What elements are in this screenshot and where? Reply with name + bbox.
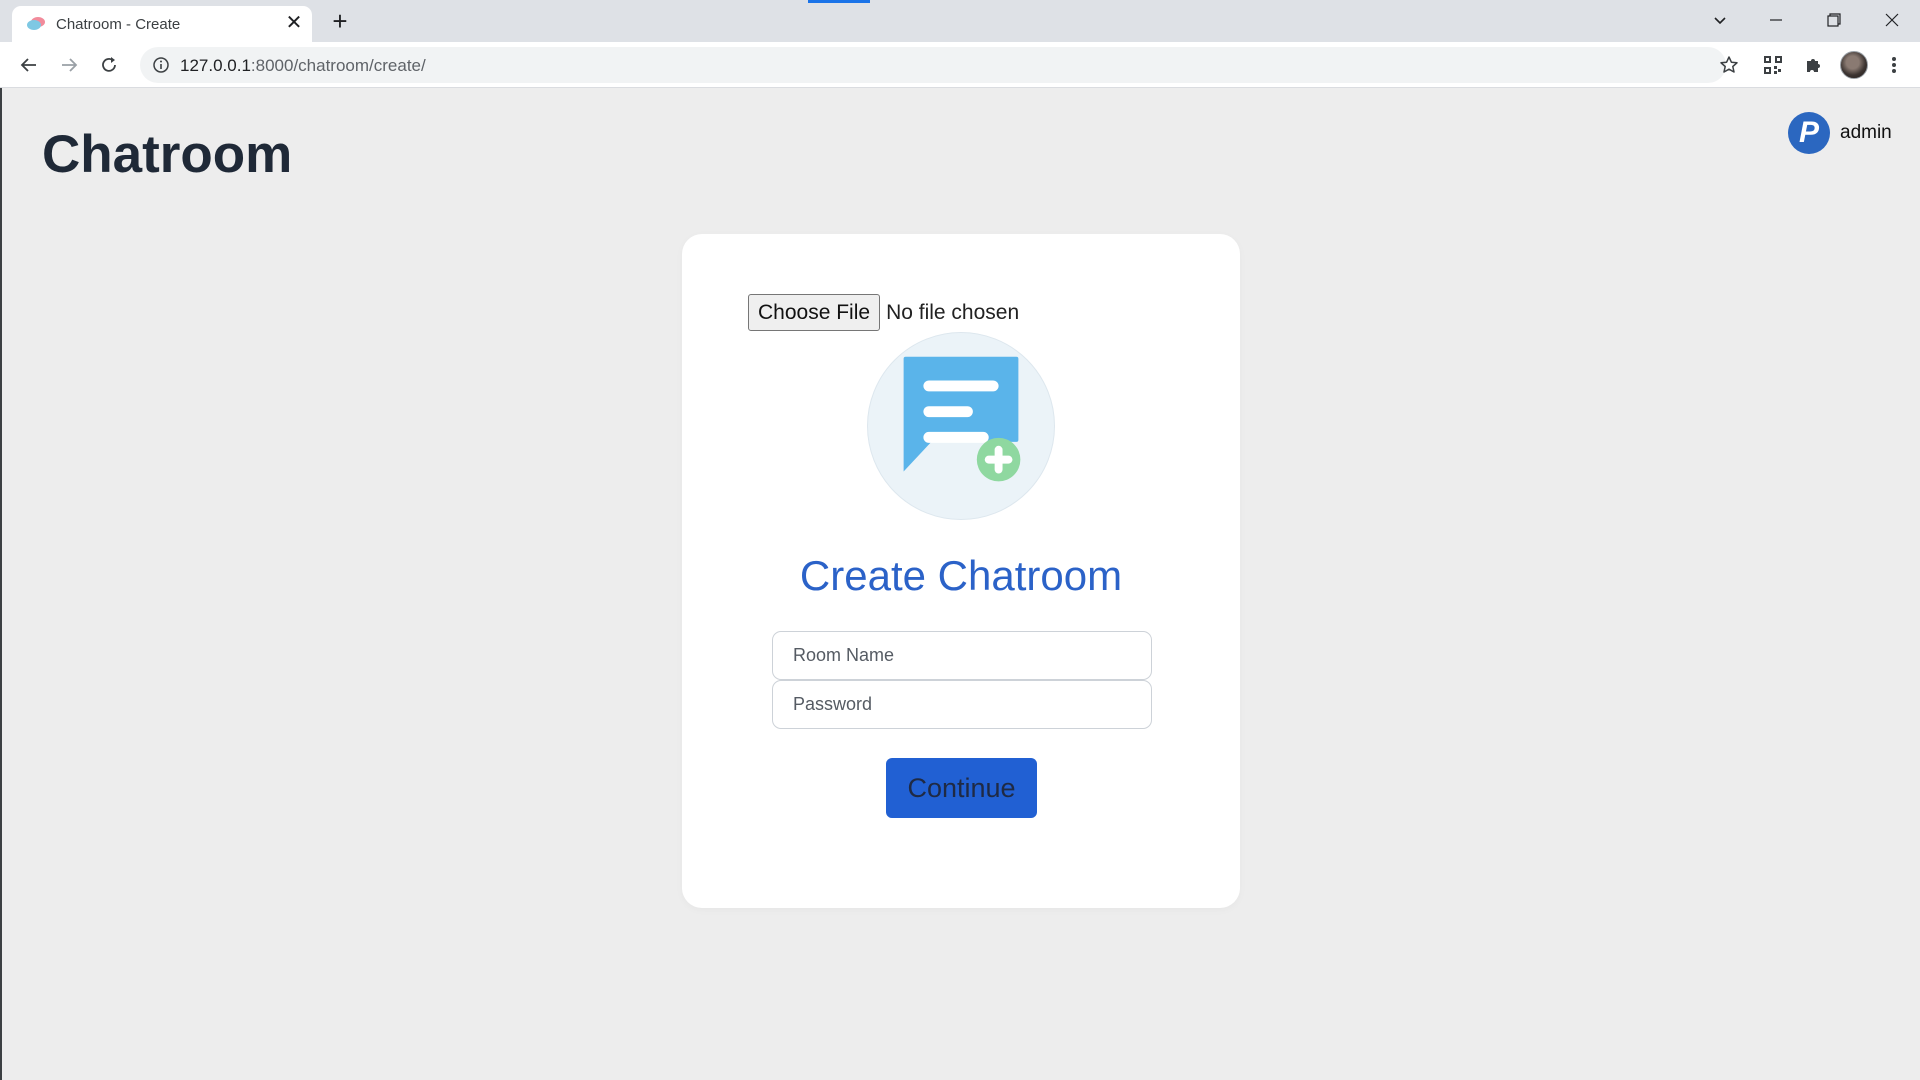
reload-icon[interactable] [94,50,124,80]
tab-title: Chatroom - Create [56,16,181,33]
restore-icon[interactable] [1806,0,1862,40]
close-window-icon[interactable] [1864,0,1920,40]
page-title: Chatroom [42,125,293,184]
forward-arrow-icon[interactable] [54,50,84,80]
url-text[interactable]: 127.0.0.1:8000/chatroom/create/ [180,56,426,76]
user-avatar: P [1788,112,1830,154]
tab-close-icon[interactable]: ✕ [282,10,306,36]
file-status: No file chosen [886,300,1020,324]
window-edge [0,88,2,1080]
user-menu[interactable]: P admin [1788,112,1892,154]
new-tab-icon[interactable]: + [326,6,354,36]
card-heading: Create Chatroom [799,552,1123,599]
browser-titlebar: Chatroom - Create ✕ + [0,0,1920,42]
chat-favicon-icon [27,17,45,30]
create-chatroom-card: Choose File No file chosen Create Chatro… [682,234,1240,908]
tab-loading-indicator [808,0,870,3]
extensions-puzzle-icon[interactable] [1797,50,1829,80]
qr-code-icon[interactable] [1757,50,1789,80]
chatroom-create-icon [867,332,1055,520]
back-arrow-icon[interactable] [14,50,44,80]
tab-search-chevron-icon[interactable] [1692,0,1748,40]
profile-avatar[interactable] [1840,51,1868,79]
continue-button[interactable]: Continue [886,758,1037,818]
file-upload: Choose File No file chosen [748,294,1019,331]
browser-tab[interactable]: Chatroom - Create ✕ [12,6,312,42]
username: admin [1840,122,1892,143]
browser-toolbar: 127.0.0.1:8000/chatroom/create/ [0,42,1920,88]
choose-file-button[interactable]: Choose File [748,294,881,331]
url-host: 127.0.0.1 [180,56,251,75]
url-path: :8000/chatroom/create/ [250,56,426,75]
password-input[interactable] [772,680,1152,729]
bookmark-star-icon[interactable] [1714,47,1744,83]
menu-kebab-icon[interactable] [1878,50,1910,80]
minimize-icon[interactable] [1748,0,1804,40]
room-name-input[interactable] [772,631,1152,680]
address-bar[interactable]: 127.0.0.1:8000/chatroom/create/ [140,47,1738,83]
site-info-icon[interactable] [152,56,170,74]
